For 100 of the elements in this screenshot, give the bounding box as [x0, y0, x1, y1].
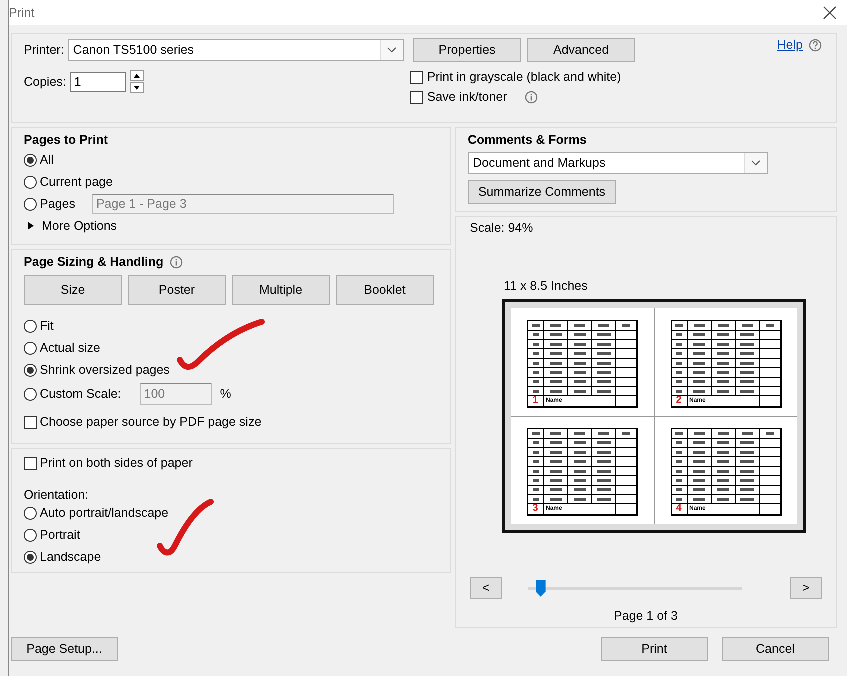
checkbox[interactable] — [410, 90, 424, 104]
paper-size-label: 11 x 8.5 Inches — [504, 279, 589, 294]
table-cell — [712, 358, 736, 368]
page-setup-button[interactable]: Page Setup... — [11, 637, 118, 662]
radio-button[interactable] — [24, 320, 37, 333]
next-page-button[interactable]: > — [790, 577, 822, 600]
info-icon[interactable] — [525, 90, 538, 104]
copies-spinner[interactable] — [130, 70, 144, 94]
table-cell — [592, 378, 616, 387]
chevron-down-icon — [387, 47, 398, 54]
table-cell — [712, 457, 736, 467]
table-cell — [592, 368, 616, 378]
table-cell — [688, 457, 712, 467]
table-cell — [568, 486, 592, 495]
close-icon[interactable] — [823, 6, 837, 20]
table-cell — [688, 448, 712, 458]
table-cell — [688, 494, 712, 504]
radio-button[interactable] — [24, 388, 37, 401]
table-cell — [592, 358, 616, 368]
radio-label: Actual size — [40, 341, 100, 356]
table-cell — [688, 378, 712, 387]
more-options-toggle[interactable]: More Options — [42, 219, 118, 234]
section-title: Pages to Print — [24, 132, 110, 150]
info-icon[interactable] — [170, 256, 183, 269]
table-cell — [544, 330, 568, 340]
radio-button[interactable] — [24, 176, 37, 189]
print-button[interactable]: Print — [601, 637, 708, 662]
scale-label: Scale: 94% — [470, 221, 534, 236]
help-link[interactable]: Help — [777, 38, 803, 52]
sizing-mode-button[interactable]: Multiple — [232, 275, 330, 306]
radio-button[interactable] — [24, 506, 37, 520]
table-cell — [568, 340, 592, 350]
radio-button[interactable] — [24, 528, 37, 542]
table-cell — [712, 438, 736, 448]
checkbox[interactable] — [24, 456, 37, 470]
page-number: 3 — [532, 504, 538, 514]
table-cell — [592, 349, 616, 359]
checkbox-label: Print in grayscale (black and white) — [427, 70, 622, 84]
help-icon[interactable] — [809, 38, 822, 52]
table-cell — [736, 438, 760, 448]
cancel-button[interactable]: Cancel — [722, 637, 829, 662]
percent-label: % — [220, 387, 232, 402]
table-cell — [592, 466, 616, 476]
radio-button[interactable] — [24, 364, 37, 377]
table-cell — [544, 438, 568, 448]
previous-page-button[interactable]: < — [470, 577, 502, 600]
table-cell — [712, 378, 736, 387]
expand-arrow-icon[interactable] — [28, 222, 34, 230]
dialog-button[interactable]: Properties — [413, 38, 522, 62]
table-cell — [736, 330, 760, 340]
table-cell — [568, 378, 592, 387]
table-cell — [568, 358, 592, 368]
comments-dropdown[interactable]: Document and Markups — [468, 152, 768, 174]
sizing-mode-button[interactable]: Size — [24, 275, 122, 306]
copies-field[interactable]: 1 — [70, 72, 126, 92]
table-cell — [712, 466, 736, 476]
checkbox-label: Print on both sides of paper — [40, 456, 193, 470]
radio-button[interactable] — [24, 154, 37, 167]
printer-dropdown[interactable]: Canon TS5100 series — [68, 39, 404, 62]
page-number: 4 — [676, 504, 682, 514]
dialog-button[interactable]: Advanced — [527, 38, 636, 62]
table-cell — [688, 340, 712, 350]
table-cell — [688, 386, 712, 396]
summarize-button[interactable]: Summarize Comments — [468, 180, 616, 204]
sizing-mode-button[interactable]: Booklet — [336, 275, 434, 306]
table-cell — [712, 386, 736, 396]
table-cell — [544, 368, 568, 378]
radio-button[interactable] — [24, 198, 37, 211]
checkbox-label: Save ink/toner — [427, 90, 508, 104]
table-cell — [592, 340, 616, 350]
table-cell — [592, 330, 616, 340]
table-cell — [568, 466, 592, 476]
section-title: Page Sizing & Handling — [24, 255, 164, 270]
radio-button[interactable] — [24, 550, 37, 564]
checkbox[interactable] — [24, 416, 37, 429]
page-indicator: Page 1 of 3 — [614, 609, 678, 624]
table-cell — [736, 476, 760, 486]
table-cell — [712, 486, 736, 495]
radio-label: Auto portrait/landscape — [40, 506, 169, 520]
table-cell — [688, 486, 712, 495]
table-cell — [592, 448, 616, 458]
table-cell — [544, 476, 568, 486]
table-cell — [544, 494, 568, 504]
checkbox[interactable] — [410, 70, 424, 84]
sizing-mode-button[interactable]: Poster — [128, 275, 226, 306]
chevron-down-icon — [751, 160, 761, 166]
printer-label: Printer: — [24, 43, 64, 58]
table-cell — [544, 340, 568, 350]
table-cell — [736, 448, 760, 458]
table-cell — [688, 476, 712, 486]
slider-thumb[interactable] — [536, 580, 546, 597]
radio-label: Fit — [40, 319, 54, 334]
orientation-label: Orientation: — [24, 488, 89, 502]
table-cell — [712, 476, 736, 486]
table-cell — [712, 330, 736, 340]
radio-label: Current page — [40, 175, 113, 190]
table-cell — [736, 378, 760, 387]
radio-label: Portrait — [40, 528, 80, 542]
radio-button[interactable] — [24, 342, 37, 355]
table-cell — [736, 340, 760, 350]
